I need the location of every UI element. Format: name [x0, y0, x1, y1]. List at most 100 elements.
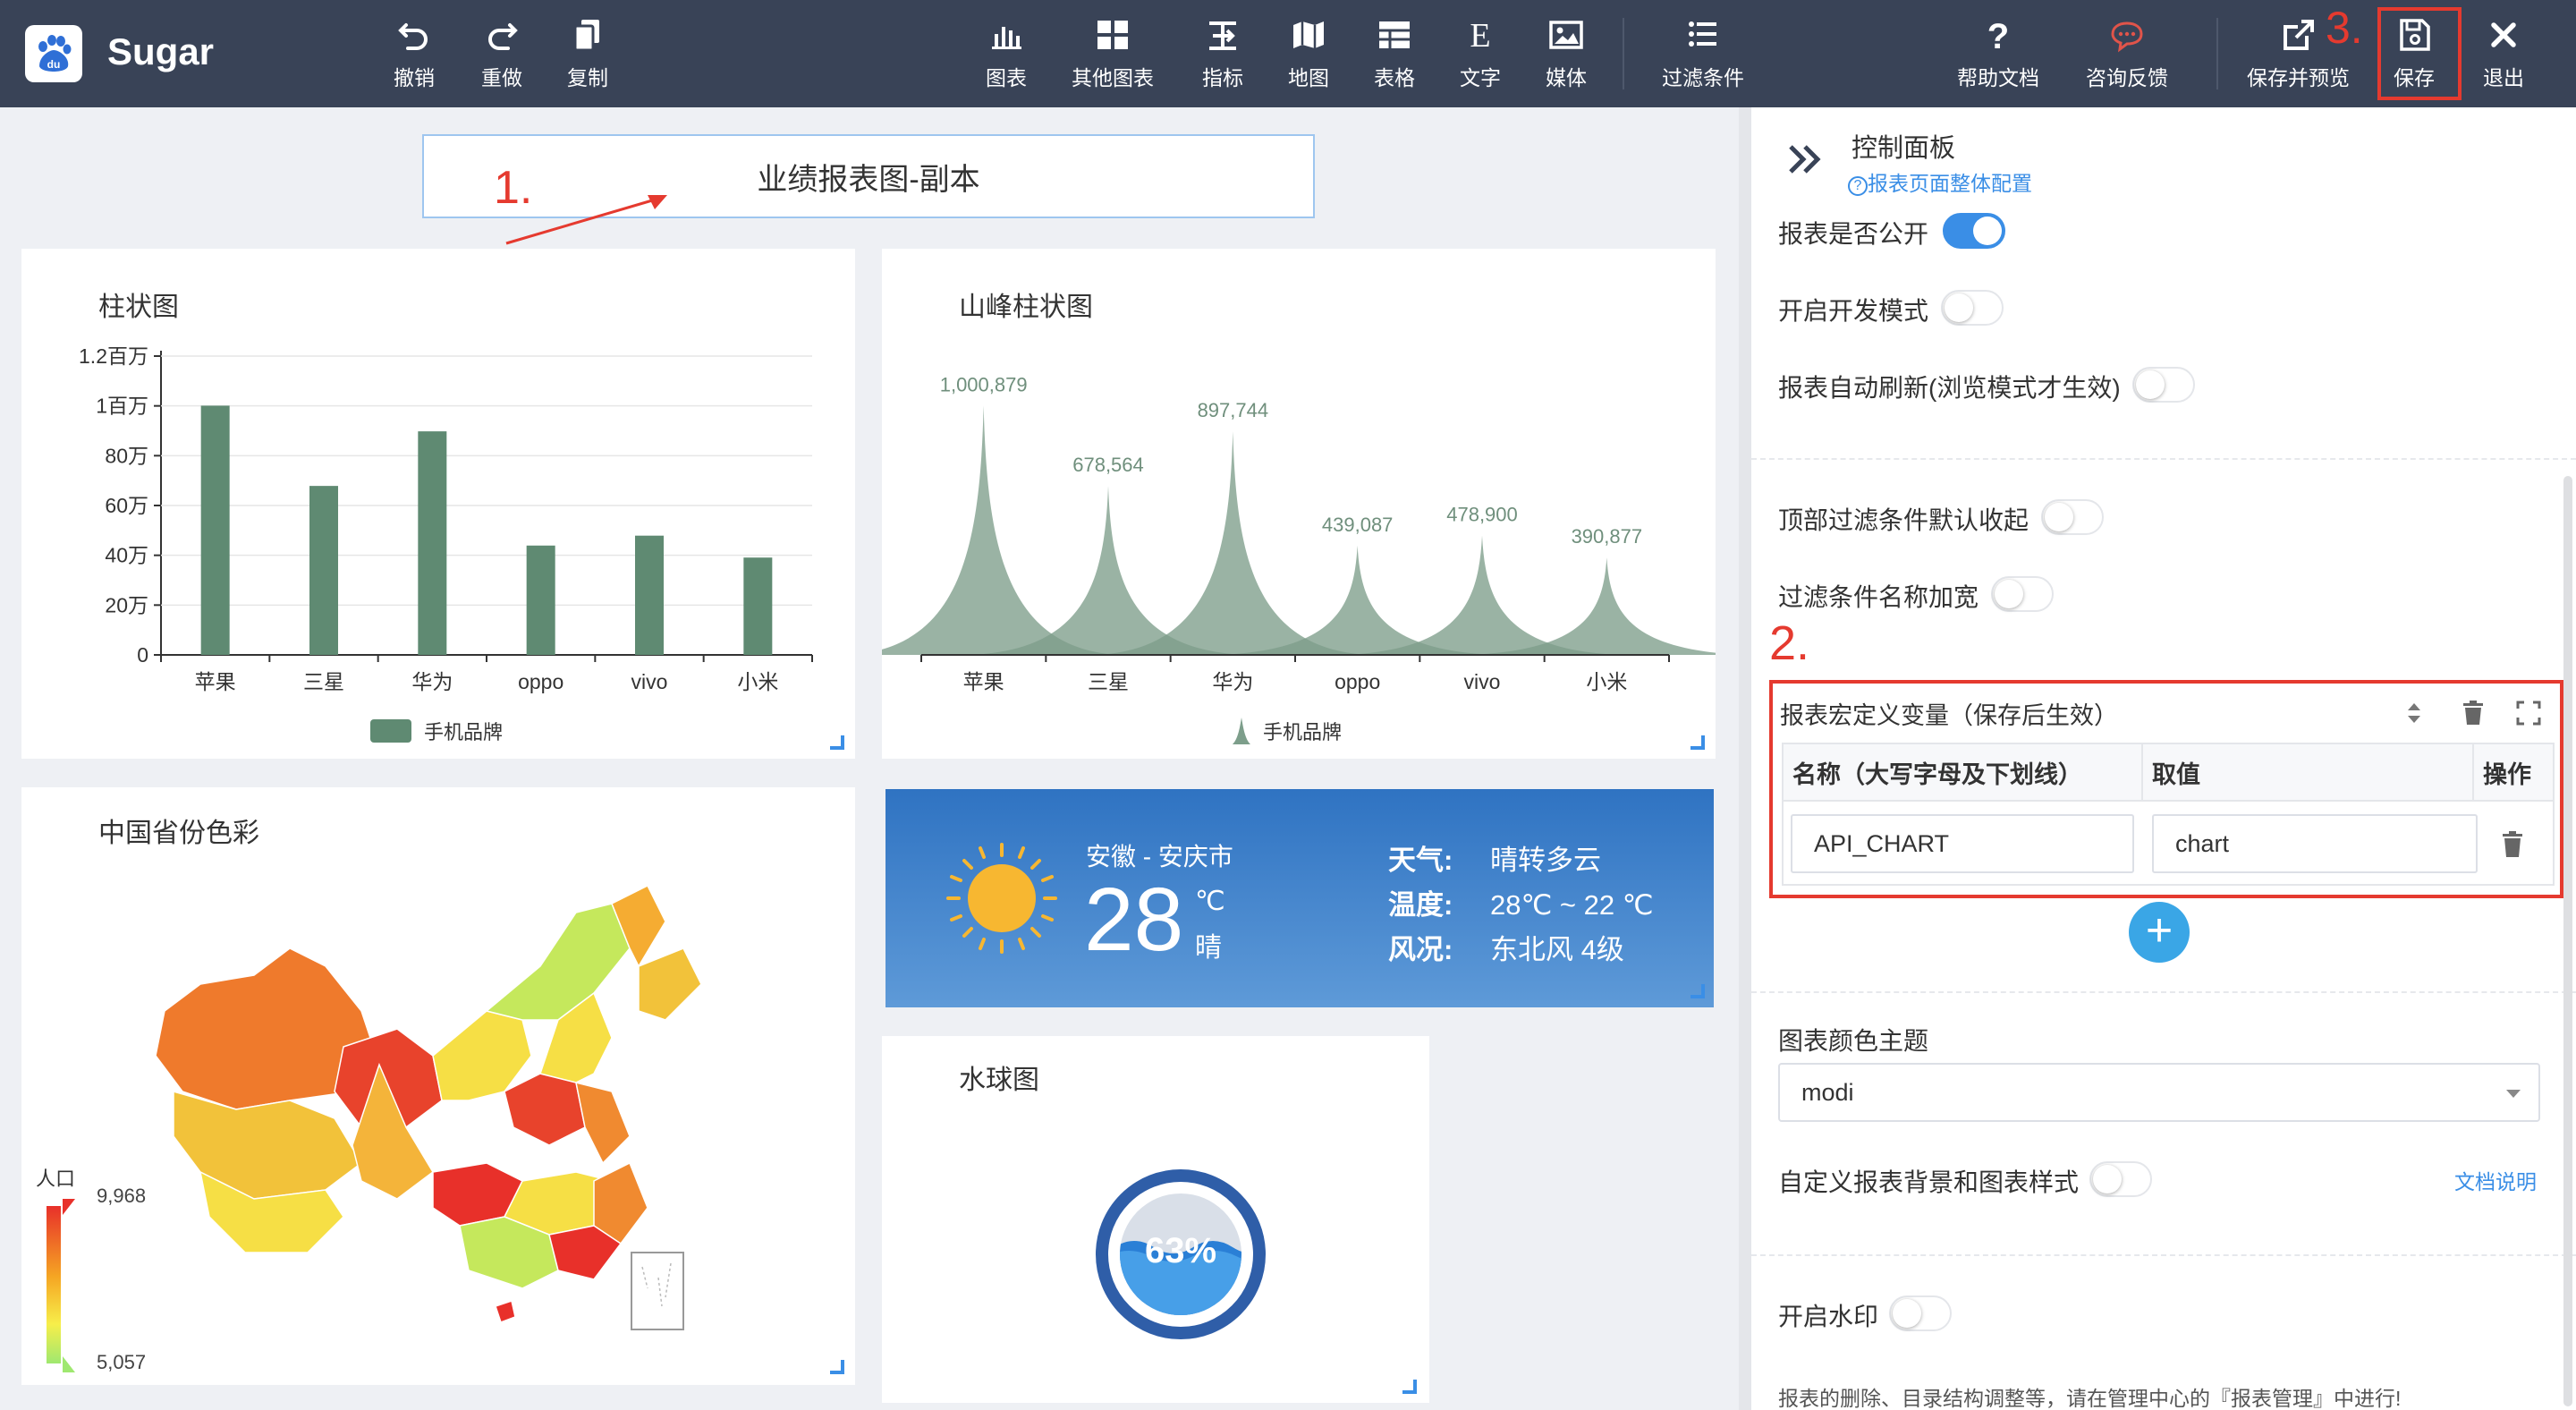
section-divider — [1751, 991, 2576, 993]
legend-swatch[interactable] — [1233, 718, 1250, 744]
liquid-value: 63% — [1144, 1231, 1217, 1270]
x-tick-label: 小米 — [737, 670, 778, 693]
table-label: 表格 — [1374, 66, 1415, 89]
table-button[interactable]: 表格 — [1374, 16, 1415, 91]
filter-collapse-switch[interactable] — [2041, 499, 2104, 535]
panel-scrollbar[interactable] — [2563, 476, 2572, 1406]
bar[interactable] — [526, 545, 555, 655]
data-label: 390,877 — [1572, 525, 1643, 548]
watermark-switch[interactable] — [1889, 1295, 1952, 1331]
filter-label: 过滤条件 — [1662, 66, 1744, 89]
macro-table: 名称（大写字母及下划线） 取值 操作 API_CHART chart — [1782, 743, 2555, 886]
bar-chart-card[interactable]: 柱状图 0 20万 40万 60万 80万 1百万 1.2百万 苹果 三星 华为 oppo vivo 小… — [21, 249, 855, 759]
redo-button[interactable]: 重做 — [481, 16, 522, 91]
weather-row-value: 28℃ ~ 22 ℃ — [1490, 889, 1654, 921]
trash-icon[interactable] — [2460, 700, 2487, 726]
bar[interactable] — [635, 535, 664, 655]
resize-handle[interactable] — [830, 1360, 844, 1374]
sort-icon[interactable] — [2404, 700, 2424, 726]
legend-swatch[interactable] — [370, 719, 411, 743]
x-tick-label: vivo — [1464, 670, 1501, 693]
weather-row-key: 天气: — [1388, 845, 1453, 876]
legend-label: 手机品牌 — [424, 721, 503, 743]
panel-title: 控制面板 — [1852, 134, 1956, 163]
other-charts-label: 其他图表 — [1072, 66, 1154, 89]
toggle-label: 开启开发模式 — [1778, 297, 1929, 325]
row-delete-icon[interactable] — [2499, 830, 2526, 859]
annotation-arrow — [505, 195, 667, 245]
y-tick-label: 20万 — [105, 593, 148, 616]
switch-knob — [1995, 580, 2023, 608]
undo-label: 撤销 — [394, 66, 435, 89]
svg-text:E: E — [1470, 17, 1490, 54]
media-button[interactable]: 媒体 — [1546, 16, 1587, 91]
weather-row: 风况: 东北风 4级 — [1388, 927, 1624, 967]
resize-handle[interactable] — [1690, 984, 1705, 998]
map-legend-max: 9,968 — [97, 1185, 147, 1207]
undo-icon — [398, 23, 428, 50]
public-switch[interactable] — [1943, 213, 2005, 249]
map-card[interactable]: 中国省份色彩 人口 9,968 5,057 — [21, 787, 855, 1385]
help-doc-button[interactable]: ? 帮助文档 — [1957, 16, 2039, 91]
help-circle-icon: ? — [1848, 176, 1868, 196]
plus-icon: + — [2145, 905, 2174, 956]
collapse-panel-icon[interactable] — [1785, 140, 1825, 179]
map-label: 地图 — [1288, 66, 1329, 89]
weather-row-value: 晴转多云 — [1490, 845, 1601, 876]
map-legend-min: 5,057 — [97, 1351, 147, 1373]
panel-divider — [1739, 107, 1751, 1410]
doc-link[interactable]: 文档说明 — [2454, 1165, 2537, 1195]
undo-button[interactable]: 撤销 — [394, 16, 435, 91]
toggle-label: 顶部过滤条件默认收起 — [1778, 506, 2029, 534]
copy-button[interactable]: 复制 — [567, 16, 608, 91]
macro-value-input[interactable]: chart — [2152, 814, 2478, 873]
bar[interactable] — [743, 557, 773, 655]
auto-refresh-switch[interactable] — [2132, 367, 2195, 403]
data-label: 678,564 — [1072, 454, 1144, 476]
weather-row-value: 东北风 4级 — [1490, 934, 1624, 965]
filter-button[interactable]: 过滤条件 — [1662, 16, 1744, 91]
bar[interactable] — [418, 431, 447, 655]
other-charts-button[interactable]: 其他图表 — [1072, 16, 1154, 91]
liquid-card[interactable]: 水球图 63% — [882, 1036, 1429, 1403]
redo-icon — [488, 23, 518, 50]
data-label: 897,744 — [1198, 399, 1269, 421]
add-variable-button[interactable]: + — [2129, 902, 2190, 963]
data-label: 1,000,879 — [940, 373, 1028, 395]
fullscreen-icon[interactable] — [2515, 700, 2542, 726]
custom-style-switch[interactable] — [2089, 1161, 2152, 1197]
metric-label: 指标 — [1202, 66, 1243, 89]
map-button[interactable]: 地图 — [1288, 16, 1329, 91]
chart-button[interactable]: 图表 — [986, 16, 1027, 91]
feedback-button[interactable]: 咨询反馈 — [2086, 16, 2168, 91]
feedback-label: 咨询反馈 — [2086, 66, 2168, 89]
y-tick-label: 40万 — [105, 544, 148, 567]
y-tick-label: 0 — [137, 643, 148, 667]
x-tick-label: 小米 — [1586, 670, 1627, 693]
x-tick-label: 三星 — [303, 670, 344, 693]
resize-handle[interactable] — [1690, 735, 1705, 750]
x-tick-label: vivo — [631, 670, 668, 693]
page-config-link[interactable]: ? 报表页面整体配置 — [1848, 166, 2032, 197]
section-divider — [1751, 1254, 2576, 1256]
text-button[interactable]: E 文字 — [1460, 16, 1501, 91]
bar[interactable] — [200, 405, 230, 655]
chevron-down-icon — [2506, 1090, 2521, 1098]
macro-name-input[interactable]: API_CHART — [1791, 814, 2134, 873]
filter-wide-switch[interactable] — [1991, 576, 2054, 612]
x-tick-label: 三星 — [1088, 670, 1129, 693]
macro-variables-section: 报表宏定义变量（保存后生效） 名称（大写字母及下划线） 取值 操作 API_CH… — [1769, 680, 2563, 898]
theme-select[interactable]: modi — [1778, 1063, 2540, 1122]
dev-mode-switch[interactable] — [1941, 290, 2004, 326]
peak-chart-card[interactable]: 山峰柱状图 1,000,879 苹果 678,564 三星 897,744 华为 439,0… — [882, 249, 1716, 759]
resize-handle[interactable] — [830, 735, 844, 750]
x-tick-label: 华为 — [411, 670, 453, 693]
resize-handle[interactable] — [1402, 1380, 1417, 1394]
toggle-label: 报表是否公开 — [1778, 220, 1929, 248]
text-label: 文字 — [1460, 66, 1501, 89]
exit-button[interactable]: 退出 — [2483, 16, 2524, 91]
bar[interactable] — [309, 486, 338, 655]
weather-card[interactable]: 安徽 - 安庆市 28 ℃ 晴 天气: 晴转多云 温度: 28℃ ~ 22 ℃ 风况… — [886, 789, 1714, 1007]
metric-button[interactable]: 指标 — [1202, 16, 1243, 91]
y-tick-label: 1.2百万 — [79, 344, 148, 368]
